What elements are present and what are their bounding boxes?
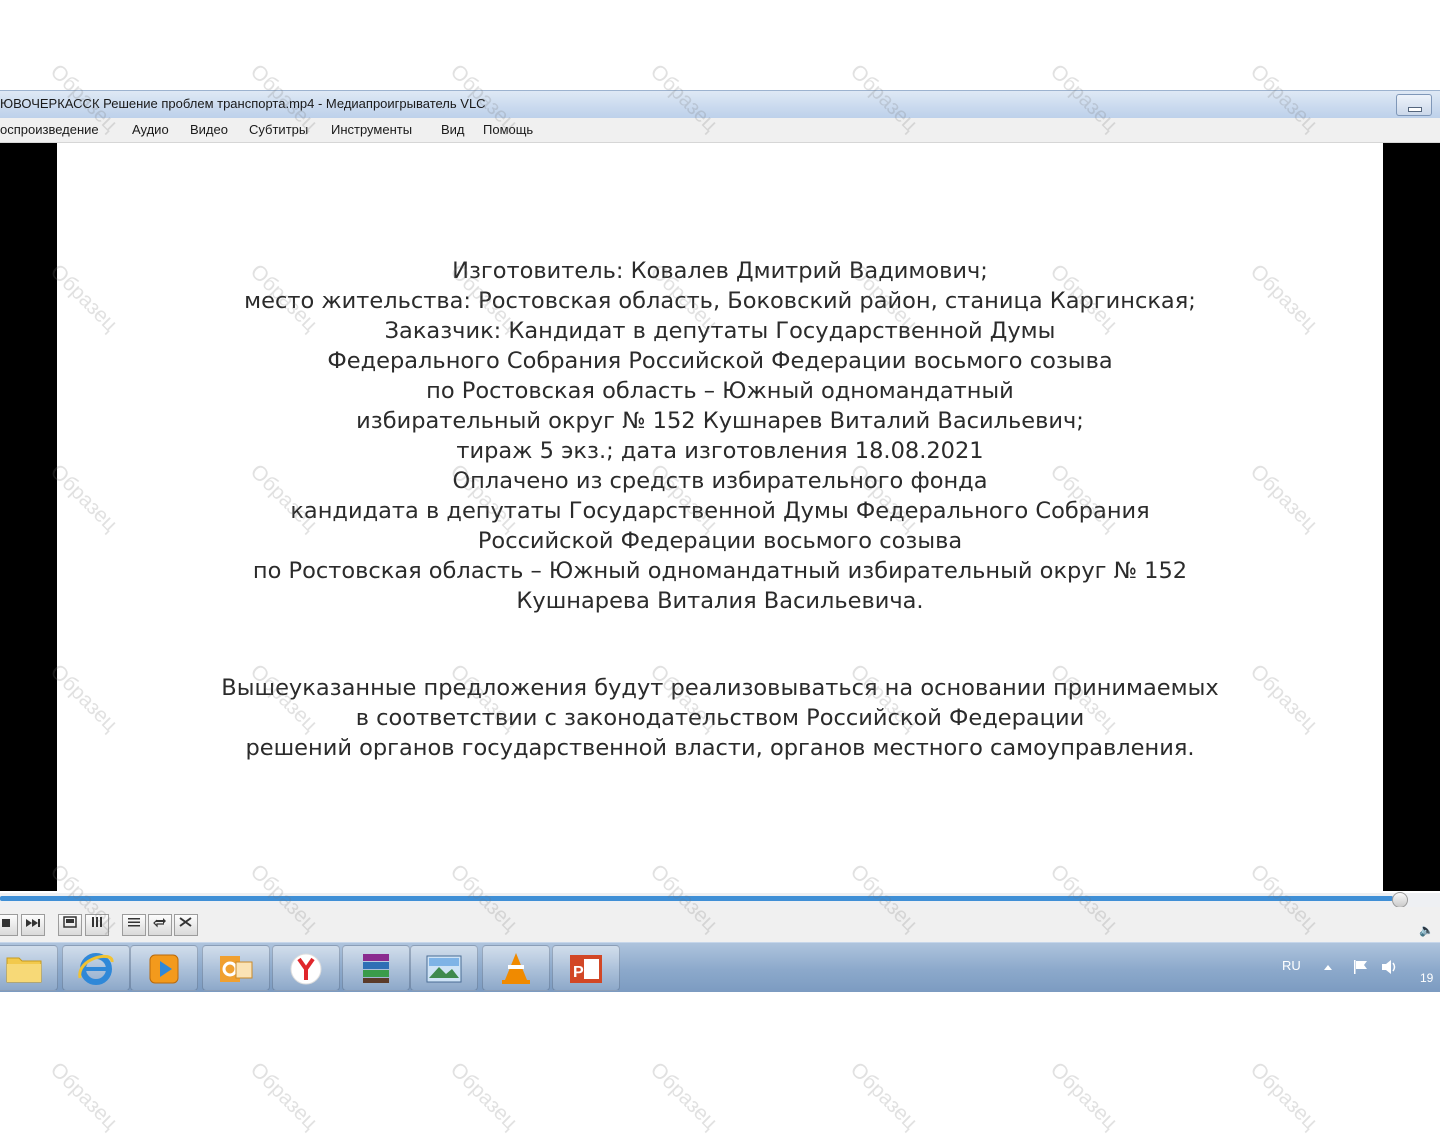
winrar-icon — [363, 954, 389, 983]
seek-track[interactable] — [0, 896, 1404, 901]
watermark-text: Образец — [1245, 1058, 1322, 1135]
menu-video[interactable]: Видео — [190, 122, 228, 137]
taskbar-outlook[interactable] — [202, 945, 270, 991]
credits-line: кандидата в депутаты Государственной Дум… — [290, 498, 1150, 524]
seek-bar[interactable] — [0, 892, 1440, 908]
window-titlebar[interactable]: ЮВОЧЕРКАССК Решение проблем транспорта.m… — [0, 90, 1440, 119]
svg-text:P: P — [573, 964, 584, 981]
notice-line: в соответствии с законодательством Росси… — [355, 705, 1085, 731]
menu-subtitles[interactable]: Субтитры — [249, 122, 308, 137]
notice-line: Вышеуказанные предложения будут реализов… — [221, 675, 1219, 701]
loop-button[interactable] — [148, 914, 172, 936]
taskbar-winrar[interactable] — [342, 945, 410, 991]
language-indicator[interactable]: RU — [1282, 958, 1301, 973]
credits-line: Заказчик: Кандидат в депутаты Государств… — [384, 318, 1056, 344]
video-notice-text: Вышеуказанные предложения будут реализов… — [57, 673, 1383, 763]
extended-settings-button[interactable] — [85, 914, 109, 936]
speaker-icon[interactable] — [1380, 959, 1398, 975]
internet-explorer-icon — [78, 953, 114, 985]
playlist-icon — [128, 918, 140, 927]
taskbar-powerpoint[interactable]: P — [552, 945, 620, 991]
next-button[interactable] — [21, 914, 45, 936]
credits-line: Федерального Собрания Российской Федерац… — [327, 348, 1113, 374]
outlook-icon — [220, 956, 253, 982]
watermark-text: Образец — [445, 1058, 522, 1135]
menu-bar: оспроизведение Аудио Видео Субтитры Инст… — [0, 118, 1440, 143]
credits-line: место жительства: Ростовская область, Бо… — [244, 288, 1196, 314]
taskbar-explorer[interactable] — [0, 945, 58, 991]
menu-tools[interactable]: Инструменты — [331, 122, 412, 137]
credits-line: Оплачено из средств избирательного фонда — [452, 468, 988, 494]
yandex-browser-icon — [290, 953, 322, 985]
taskbar-media-player[interactable] — [130, 945, 198, 991]
credits-line: по Ростовская область – Южный одномандат… — [252, 558, 1188, 584]
volume-icon[interactable]: 🔈 — [1419, 923, 1434, 937]
shuffle-button[interactable] — [174, 914, 198, 936]
window-title: ЮВОЧЕРКАССК Решение проблем транспорта.m… — [0, 96, 486, 111]
vlc-icon — [502, 953, 530, 984]
action-center-flag-icon[interactable] — [1352, 959, 1370, 975]
taskbar: P RU 19 — [0, 942, 1440, 992]
notice-line: решений органов государственной власти, … — [245, 735, 1195, 761]
shuffle-icon — [179, 917, 192, 927]
minimize-button[interactable] — [1396, 94, 1432, 116]
playback-controls: 🔈 — [0, 907, 1440, 942]
clock[interactable]: 19 — [1420, 971, 1433, 985]
credits-line: Российской Федерации восьмого созыва — [477, 528, 963, 554]
taskbar-image-viewer[interactable] — [410, 945, 478, 991]
loop-icon — [153, 918, 166, 928]
stop-button[interactable] — [0, 914, 18, 936]
folder-icon — [6, 957, 42, 983]
tray-expand-icon[interactable] — [1323, 963, 1333, 971]
seek-handle[interactable] — [1392, 892, 1408, 908]
playlist-button[interactable] — [122, 914, 146, 936]
credits-line: Изготовитель: Ковалев Дмитрий Вадимович; — [452, 258, 988, 284]
watermark-text: Образец — [245, 1058, 322, 1135]
powerpoint-icon: P — [570, 955, 602, 983]
credits-line: по Ростовская область – Южный одномандат… — [426, 378, 1014, 404]
menu-audio[interactable]: Аудио — [132, 122, 169, 137]
video-credits-text: Изготовитель: Ковалев Дмитрий Вадимович;… — [57, 256, 1383, 616]
equalizer-icon — [92, 917, 102, 927]
menu-view[interactable]: Вид — [441, 122, 465, 137]
watermark-text: Образец — [1045, 1058, 1122, 1135]
credits-line: тираж 5 экз.; дата изготовления 18.08.20… — [456, 438, 984, 464]
watermark-text: Образец — [45, 1058, 122, 1135]
credits-line: избирательный округ № 152 Кушнарев Витал… — [356, 408, 1084, 434]
media-player-icon — [149, 954, 179, 984]
credits-line: Кушнарева Виталия Васильевича. — [516, 588, 924, 614]
fullscreen-icon — [63, 916, 77, 928]
seek-progress — [0, 896, 1393, 901]
taskbar-yandex-browser[interactable] — [272, 945, 340, 991]
fullscreen-button[interactable] — [58, 914, 82, 936]
watermark-text: Образец — [645, 1058, 722, 1135]
skip-forward-icon — [26, 919, 40, 927]
video-frame: Изготовитель: Ковалев Дмитрий Вадимович;… — [57, 143, 1383, 891]
stop-icon — [2, 919, 10, 927]
taskbar-internet-explorer[interactable] — [62, 945, 130, 991]
menu-playback[interactable]: оспроизведение — [0, 122, 99, 137]
menu-help[interactable]: Помощь — [483, 122, 533, 137]
image-viewer-icon — [426, 955, 462, 983]
taskbar-vlc[interactable] — [482, 945, 550, 991]
watermark-text: Образец — [845, 1058, 922, 1135]
